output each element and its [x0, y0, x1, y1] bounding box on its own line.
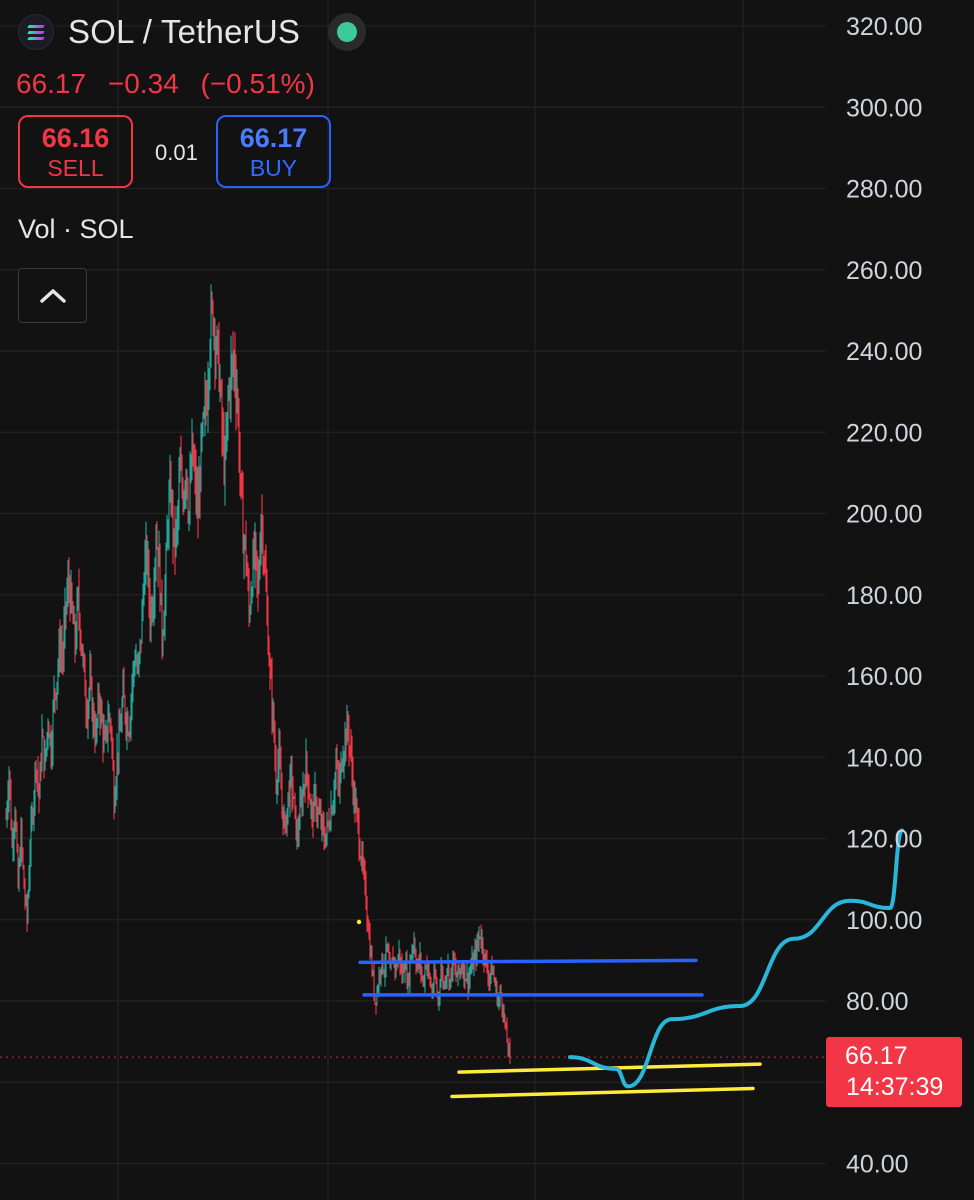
- price-axis-tick-label: 40.00: [846, 1151, 909, 1179]
- price-axis-tick-label: 220.00: [846, 419, 922, 447]
- market-status-icon[interactable]: [328, 13, 367, 51]
- symbol-header: SOL / TetherUS: [18, 10, 367, 54]
- yellow-marker-dot: [356, 919, 362, 925]
- buy-button[interactable]: 66.17 BUY: [216, 115, 331, 188]
- spread-value: 0.01: [155, 140, 198, 165]
- last-price: 66.17: [16, 68, 87, 99]
- sell-label: SELL: [47, 155, 104, 181]
- last-price-tag-price: 66.17: [845, 1042, 908, 1070]
- yellow-lower-line: [450, 1086, 755, 1099]
- price-axis-tick-label: 100.00: [846, 907, 922, 935]
- price-axis-tick-label: 120.00: [846, 826, 922, 854]
- price-chart[interactable]: 320.00 300.00 280.00 260.00 240.00 220.00 200.…: [0, 0, 974, 1200]
- price-axis-tick-label: 200.00: [846, 501, 922, 529]
- sell-price: 66.16: [41, 123, 110, 153]
- price-axis-tick-label: 300.00: [846, 94, 922, 122]
- buy-price: 66.17: [239, 123, 308, 153]
- price-change-percent: (−0.51%): [200, 68, 315, 99]
- candles: [5, 284, 511, 1064]
- price-change-row: 66.17 −0.34 (−0.51%): [16, 68, 329, 100]
- volume-indicator-label[interactable]: Vol · SOL: [18, 214, 134, 245]
- drawings: [0, 828, 904, 1099]
- last-price-tag: 66.17 14:37:39: [826, 1037, 962, 1107]
- sell-button[interactable]: 66.16 SELL: [18, 115, 133, 188]
- last-price-tag-countdown: 14:37:39: [846, 1073, 943, 1101]
- price-axis-tick-label: 320.00: [846, 13, 922, 41]
- price-axis-tick-label: 80.00: [846, 988, 909, 1016]
- collapse-indicators-button[interactable]: [18, 268, 87, 323]
- blue-resistance-line: [358, 958, 698, 965]
- price-change: −0.34: [107, 68, 179, 99]
- price-axis-tick-label: 240.00: [846, 338, 922, 366]
- price-axis-tick-label: 160.00: [846, 663, 922, 691]
- price-axis[interactable]: 320.00 300.00 280.00 260.00 240.00 220.00 200.…: [846, 13, 922, 1179]
- price-axis-tick-label: 180.00: [846, 582, 922, 610]
- price-axis-tick-label: 260.00: [846, 257, 922, 285]
- symbol-title[interactable]: SOL / TetherUS: [68, 13, 300, 51]
- buy-label: BUY: [249, 155, 298, 181]
- price-axis-tick-label: 140.00: [846, 744, 922, 772]
- price-axis-tick-label: 280.00: [846, 176, 922, 204]
- chevron-up-icon: [39, 288, 66, 303]
- solana-logo-icon: [18, 14, 54, 50]
